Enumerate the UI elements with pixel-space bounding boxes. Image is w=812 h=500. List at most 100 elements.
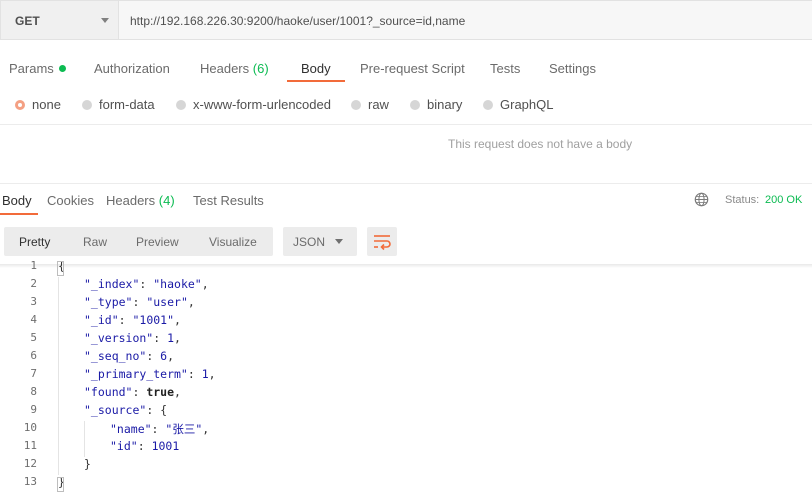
- code-line: 1{: [0, 259, 812, 277]
- tab-params[interactable]: Params: [9, 61, 66, 76]
- tab-headers[interactable]: Headers (6): [200, 61, 269, 76]
- code-line: 13}: [0, 475, 812, 493]
- tab-authorization[interactable]: Authorization: [94, 61, 170, 76]
- matching-brace-highlight: [57, 477, 64, 492]
- raw-button[interactable]: Raw: [83, 235, 107, 249]
- radio-graphql[interactable]: GraphQL: [483, 97, 553, 112]
- radio-icon: [351, 100, 361, 110]
- code-line: 9 "_source": {: [0, 403, 812, 421]
- response-active-tab-underline: [0, 213, 38, 215]
- code-line: 10 "name": "张三",: [0, 421, 812, 439]
- request-bar: GET http://192.168.226.30:9200/haoke/use…: [0, 0, 812, 41]
- line-number: 3: [30, 295, 37, 308]
- radio-selected-icon: [15, 100, 25, 110]
- code-line: 5 "_version": 1,: [0, 331, 812, 349]
- code-text: "_version": 1,: [84, 331, 181, 345]
- divider: [0, 183, 812, 184]
- line-number: 8: [30, 385, 37, 398]
- format-toggle-group: Pretty Raw Preview Visualize: [4, 227, 273, 256]
- radio-binary[interactable]: binary: [410, 97, 462, 112]
- code-text: "name": "张三",: [110, 422, 210, 436]
- no-body-message: This request does not have a body: [448, 137, 633, 151]
- radio-icon: [410, 100, 420, 110]
- code-text: "_index": "haoke",: [84, 277, 209, 291]
- radio-none[interactable]: none: [15, 97, 61, 112]
- response-headers-count: (4): [158, 193, 175, 208]
- matching-brace-highlight: [57, 261, 64, 276]
- tab-settings[interactable]: Settings: [549, 61, 596, 76]
- code-text: "_seq_no": 6,: [84, 349, 175, 363]
- tab-headers-label: Headers: [200, 61, 250, 76]
- radio-graphql-label: GraphQL: [500, 97, 554, 112]
- radio-form-data-label: form-data: [99, 97, 155, 112]
- wrap-lines-button[interactable]: [367, 227, 397, 256]
- radio-urlencoded-label: x-www-form-urlencoded: [193, 97, 331, 112]
- radio-raw[interactable]: raw: [351, 97, 389, 112]
- tab-prerequest-script[interactable]: Pre-request Script: [360, 61, 465, 76]
- code-text: "found": true,: [84, 385, 181, 399]
- response-tab-headers[interactable]: Headers (4): [106, 193, 175, 208]
- line-number: 9: [30, 403, 37, 416]
- code-text: "id": 1001: [110, 439, 180, 453]
- status-label: Status:: [725, 194, 760, 206]
- radio-form-data[interactable]: form-data: [82, 97, 155, 112]
- radio-raw-label: raw: [368, 97, 389, 112]
- line-number: 7: [30, 367, 37, 380]
- radio-icon: [176, 100, 186, 110]
- preview-button[interactable]: Preview: [136, 235, 179, 249]
- response-tab-cookies[interactable]: Cookies: [47, 193, 94, 208]
- indent-guide: [84, 421, 85, 457]
- headers-count: (6): [252, 61, 269, 76]
- method-select[interactable]: GET: [0, 0, 119, 40]
- tab-tests[interactable]: Tests: [490, 61, 520, 76]
- tab-params-label: Params: [9, 61, 54, 76]
- code-line: 8 "found": true,: [0, 385, 812, 403]
- indent-guide: [58, 277, 59, 475]
- line-number: 2: [30, 277, 37, 290]
- response-tab-test-results[interactable]: Test Results: [193, 193, 264, 208]
- line-number: 10: [23, 421, 37, 434]
- radio-icon: [82, 100, 92, 110]
- wrap-lines-icon: [374, 235, 391, 251]
- radio-binary-label: binary: [427, 97, 463, 112]
- code-line: 3 "_type": "user",: [0, 295, 812, 313]
- line-number: 5: [30, 331, 37, 344]
- status-value: 200 OK: [765, 194, 803, 206]
- chevron-down-icon: [101, 18, 109, 23]
- language-label: JSON: [293, 235, 326, 249]
- chevron-down-icon: [335, 239, 343, 244]
- radio-none-label: none: [32, 97, 61, 112]
- divider: [0, 124, 812, 125]
- code-text: "_type": "user",: [84, 295, 195, 309]
- radio-icon: [483, 100, 493, 110]
- line-number: 4: [30, 313, 37, 326]
- visualize-button[interactable]: Visualize: [209, 235, 257, 249]
- line-number: 1: [30, 259, 37, 272]
- code-line: 12}: [0, 457, 812, 475]
- code-line: 2 "_index": "haoke",: [0, 277, 812, 295]
- radio-urlencoded[interactable]: x-www-form-urlencoded: [176, 97, 331, 112]
- line-number: 6: [30, 349, 37, 362]
- code-text: }: [84, 457, 91, 471]
- code-text: "_source": {: [84, 403, 168, 417]
- response-tab-headers-label: Headers: [106, 193, 156, 208]
- url-text: http://192.168.226.30:9200/haoke/user/10…: [130, 14, 466, 28]
- code-line: 11 "id": 1001: [0, 439, 812, 457]
- code-text: "_id": "1001",: [84, 313, 181, 327]
- line-number: 13: [23, 475, 37, 488]
- code-line: 4 "_id": "1001",: [0, 313, 812, 331]
- code-line: 7 "_primary_term": 1,: [0, 367, 812, 385]
- response-tab-body[interactable]: Body: [2, 193, 32, 208]
- code-line: 6 "_seq_no": 6,: [0, 349, 812, 367]
- globe-icon[interactable]: [694, 192, 709, 207]
- line-number: 12: [23, 457, 37, 470]
- line-number: 11: [23, 439, 37, 452]
- tab-body[interactable]: Body: [301, 61, 331, 76]
- url-input[interactable]: http://192.168.226.30:9200/haoke/user/10…: [118, 0, 812, 40]
- params-indicator-dot: [58, 65, 66, 72]
- method-label: GET: [15, 14, 40, 28]
- language-select[interactable]: JSON: [283, 227, 357, 256]
- code-text: "_primary_term": 1,: [84, 367, 216, 381]
- active-tab-underline: [287, 80, 345, 82]
- pretty-button[interactable]: Pretty: [19, 235, 50, 249]
